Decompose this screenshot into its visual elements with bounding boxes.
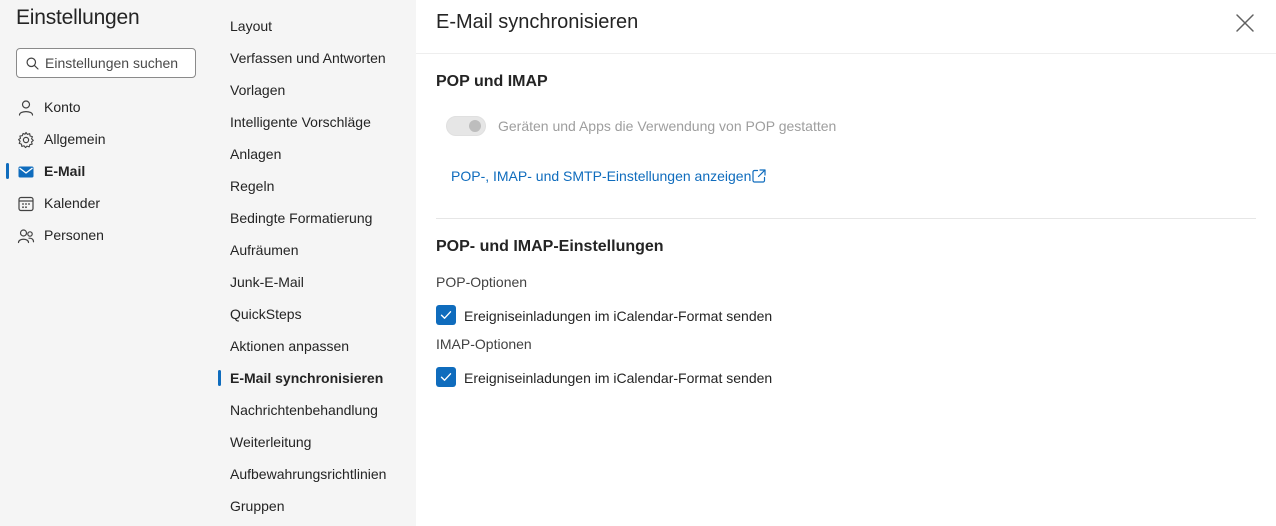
- checkmark-icon: [440, 373, 452, 381]
- search-box[interactable]: [16, 48, 196, 78]
- toggle-knob: [469, 120, 481, 132]
- section-title-settings: POP- und IMAP-Einstellungen: [436, 238, 664, 255]
- submenu-label: Regeln: [230, 178, 275, 194]
- submenu-item-gruppen[interactable]: Gruppen: [215, 492, 416, 520]
- category-label: Personen: [44, 227, 104, 243]
- category-email[interactable]: E-Mail: [0, 157, 215, 185]
- submenu-label: Layout: [230, 18, 273, 34]
- category-allgemein[interactable]: Allgemein: [0, 125, 215, 153]
- submenu-item-verfassen[interactable]: Verfassen und Antworten: [215, 44, 416, 72]
- email-submenu: Layout Verfassen und Antworten Vorlagen …: [215, 0, 416, 526]
- open-external-icon[interactable]: [751, 168, 767, 184]
- submenu-label: Junk-E-Mail: [230, 274, 304, 290]
- calendar-icon: [18, 196, 34, 212]
- submenu-item-junk[interactable]: Junk-E-Mail: [215, 268, 416, 296]
- person-icon: [18, 100, 34, 116]
- imap-options-label: IMAP-Optionen: [436, 336, 532, 352]
- imap-icalendar-label: Ereigniseinladungen im iCalendar-Format …: [464, 370, 773, 386]
- submenu-item-vorlagen[interactable]: Vorlagen: [215, 76, 416, 104]
- submenu-label: Aufräumen: [230, 242, 299, 258]
- pop-toggle[interactable]: [446, 116, 486, 136]
- submenu-item-anlagen[interactable]: Anlagen: [215, 140, 416, 168]
- submenu-item-aufbewahrung[interactable]: Aufbewahrungsrichtlinien: [215, 460, 416, 488]
- category-label: Allgemein: [44, 131, 106, 147]
- category-label: E-Mail: [44, 163, 86, 179]
- header-divider: [416, 53, 1276, 54]
- submenu-label: Anlagen: [230, 146, 282, 162]
- submenu-item-regeln[interactable]: Regeln: [215, 172, 416, 200]
- pop-icalendar-checkbox[interactable]: [436, 305, 456, 325]
- submenu-item-sync[interactable]: E-Mail synchronisieren: [215, 364, 416, 392]
- category-label: Konto: [44, 99, 81, 115]
- settings-sidebar: Einstellungen Konto Allgemein E-Mail: [0, 0, 215, 526]
- people-icon: [17, 229, 35, 244]
- pop-toggle-label: Geräten und Apps die Verwendung von POP …: [498, 118, 837, 134]
- close-icon[interactable]: [1234, 12, 1256, 34]
- submenu-item-weiterleitung[interactable]: Weiterleitung: [215, 428, 416, 456]
- mail-icon: [18, 166, 34, 178]
- submenu-label: Aufbewahrungsrichtlinien: [230, 466, 387, 482]
- submenu-label: Weiterleitung: [230, 434, 312, 450]
- submenu-label: Aktionen anpassen: [230, 338, 350, 354]
- gear-icon: [18, 131, 34, 149]
- submenu-label: QuickSteps: [230, 306, 302, 322]
- submenu-item-quicksteps[interactable]: QuickSteps: [215, 300, 416, 328]
- submenu-item-aktionen[interactable]: Aktionen anpassen: [215, 332, 416, 360]
- settings-title: Einstellungen: [16, 6, 140, 29]
- submenu-label: E-Mail synchronisieren: [230, 370, 384, 386]
- panel-title: E-Mail synchronisieren: [436, 11, 639, 33]
- submenu-label: Verfassen und Antworten: [230, 50, 386, 66]
- category-label: Kalender: [44, 195, 101, 211]
- section-title-pop-imap: POP und IMAP: [436, 73, 548, 90]
- submenu-label: Bedingte Formatierung: [230, 210, 373, 226]
- pop-icalendar-label: Ereigniseinladungen im iCalendar-Format …: [464, 308, 773, 324]
- category-kalender[interactable]: Kalender: [0, 189, 215, 217]
- active-indicator: [218, 370, 221, 386]
- checkmark-icon: [440, 311, 452, 319]
- submenu-item-layout[interactable]: Layout: [215, 12, 416, 40]
- settings-panel: E-Mail synchronisieren POP und IMAP Gerä…: [416, 0, 1276, 526]
- submenu-label: Vorlagen: [230, 82, 286, 98]
- search-icon: [26, 57, 39, 70]
- submenu-label: Nachrichtenbehandlung: [230, 402, 378, 418]
- submenu-label: Gruppen: [230, 498, 285, 514]
- submenu-item-aufraeumen[interactable]: Aufräumen: [215, 236, 416, 264]
- submenu-item-vorschlaege[interactable]: Intelligente Vorschläge: [215, 108, 416, 136]
- category-konto[interactable]: Konto: [0, 93, 215, 121]
- submenu-item-nachrichten[interactable]: Nachrichtenbehandlung: [215, 396, 416, 424]
- category-personen[interactable]: Personen: [0, 221, 215, 249]
- active-indicator: [6, 163, 9, 179]
- submenu-item-formatierung[interactable]: Bedingte Formatierung: [215, 204, 416, 232]
- section-divider: [436, 218, 1256, 219]
- search-input[interactable]: [45, 53, 193, 73]
- submenu-label: Intelligente Vorschläge: [230, 114, 371, 130]
- imap-icalendar-checkbox[interactable]: [436, 367, 456, 387]
- pop-options-label: POP-Optionen: [436, 274, 528, 290]
- pop-imap-smtp-settings-link[interactable]: POP-, IMAP- und SMTP-Einstellungen anzei…: [451, 168, 751, 184]
